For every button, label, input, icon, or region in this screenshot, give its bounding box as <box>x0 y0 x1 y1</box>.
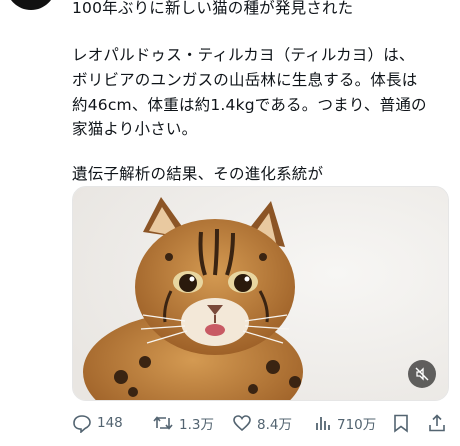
tweet-video[interactable] <box>72 186 449 401</box>
view-count: 710万 <box>337 417 377 433</box>
like-count: 8.4万 <box>257 417 292 433</box>
heart-icon <box>233 415 251 432</box>
tweet-text-line: 遺伝子解析の結果、その進化系統が <box>72 165 324 183</box>
retweet-button[interactable]: 1.3万 <box>152 410 214 436</box>
author-avatar[interactable] <box>6 0 56 10</box>
views-button[interactable]: 710万 <box>314 410 376 436</box>
share-icon <box>429 414 445 432</box>
reply-button[interactable]: 148 <box>72 410 123 436</box>
tweet-action-bar: 148 1.3万 8.4万 710万 <box>72 410 450 436</box>
tweet-text-line: 100年ぶりに新しい猫の種が発見された <box>72 0 354 17</box>
retweet-count: 1.3万 <box>179 417 214 433</box>
tweet-text-line: レオパルドゥス・ティルカヨ（ティルカヨ）は、 <box>72 46 415 64</box>
mute-button[interactable] <box>408 360 436 388</box>
reply-count: 148 <box>97 415 123 431</box>
mute-icon <box>415 367 429 381</box>
retweet-icon <box>153 416 173 430</box>
tweet-text-line: 家猫より小さい。 <box>72 120 198 138</box>
bookmark-button[interactable] <box>392 410 410 436</box>
share-button[interactable] <box>427 410 447 436</box>
analytics-icon <box>316 417 330 430</box>
tweet-text-line: 約46cm、体重は約1.4kgである。つまり、普通の <box>72 96 427 114</box>
like-button[interactable]: 8.4万 <box>232 410 292 436</box>
tweet-text-line: ボリビアのユンガスの山岳林に生息する。体長は <box>72 71 418 89</box>
reply-icon <box>73 415 91 433</box>
cat-photo <box>73 187 448 400</box>
bookmark-icon <box>394 414 408 433</box>
